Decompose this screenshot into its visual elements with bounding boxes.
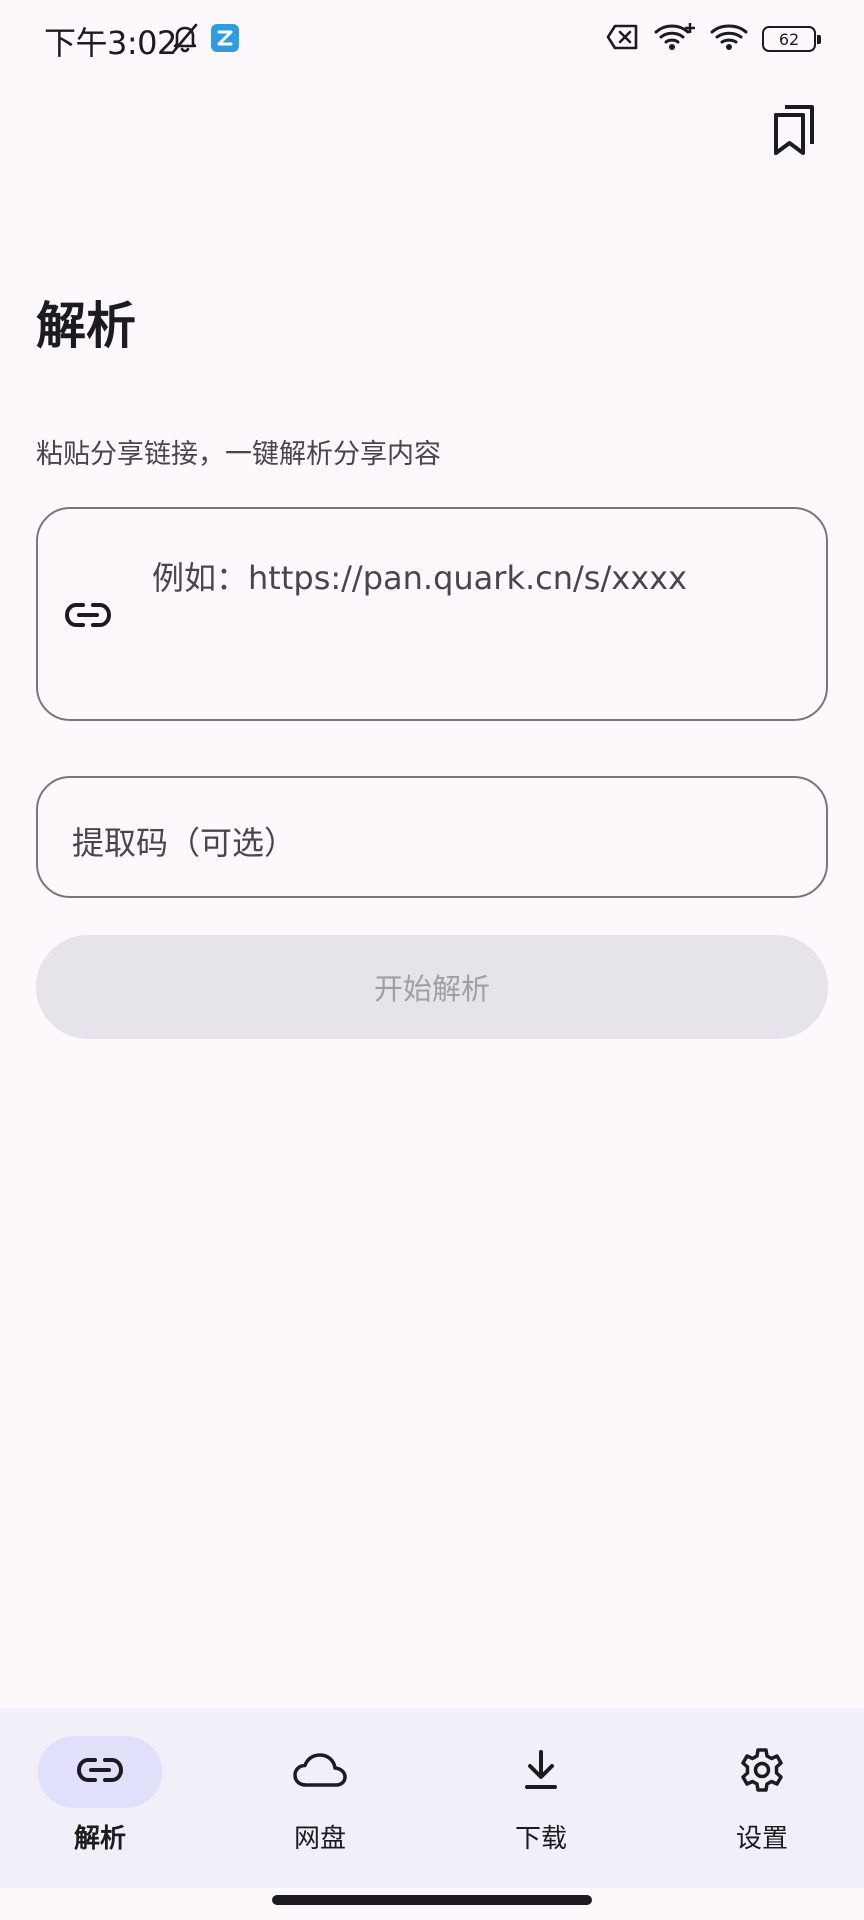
battery-level: 62	[778, 29, 800, 49]
battery-icon: 62	[762, 26, 821, 52]
cloud-icon	[292, 1752, 348, 1792]
status-right-icons: 62	[606, 22, 821, 56]
link-icon	[64, 591, 112, 639]
home-indicator[interactable]	[272, 1895, 592, 1905]
bottom-navigation: 解析 网盘 下载 设置	[0, 1708, 864, 1888]
share-link-placeholder: 例如：https://pan.quark.cn/s/xxxx	[152, 559, 688, 597]
link-icon	[76, 1757, 124, 1787]
nav-active-indicator	[38, 1736, 162, 1808]
sim-off-icon	[606, 23, 640, 55]
status-left-icons	[170, 22, 240, 58]
start-parse-button[interactable]: 开始解析	[36, 935, 828, 1039]
bell-off-icon	[170, 22, 200, 58]
bookmarks-button[interactable]	[764, 102, 824, 162]
extract-code-input[interactable]: 提取码（可选）	[36, 776, 828, 898]
nav-indicator	[258, 1736, 382, 1808]
extract-code-placeholder: 提取码（可选）	[72, 824, 297, 862]
nav-label-downloads: 下载	[514, 1824, 567, 1854]
gear-icon	[739, 1747, 785, 1797]
page-subtitle: 粘贴分享链接，一键解析分享内容	[36, 439, 441, 470]
nav-item-parse[interactable]: 解析	[20, 1736, 180, 1855]
share-link-input[interactable]: 例如：https://pan.quark.cn/s/xxxx	[36, 507, 828, 721]
download-icon	[523, 1750, 559, 1794]
nav-label-cloud-drive: 网盘	[293, 1824, 346, 1854]
nav-item-cloud-drive[interactable]: 网盘	[240, 1736, 400, 1855]
wifi-plus-icon	[654, 22, 696, 56]
nav-indicator	[479, 1736, 603, 1808]
nav-item-settings[interactable]: 设置	[682, 1736, 842, 1855]
status-bar: 下午3:02 62	[0, 0, 864, 80]
status-time: 下午3:02	[44, 24, 177, 62]
nav-label-parse: 解析	[73, 1824, 126, 1854]
nav-indicator	[700, 1736, 824, 1808]
bookmarks-icon	[771, 104, 817, 160]
nav-item-downloads[interactable]: 下载	[461, 1736, 621, 1855]
nav-label-settings: 设置	[735, 1824, 788, 1854]
wifi-icon	[710, 22, 748, 56]
page-title: 解析	[36, 297, 136, 355]
app-notification-icon	[210, 23, 240, 57]
